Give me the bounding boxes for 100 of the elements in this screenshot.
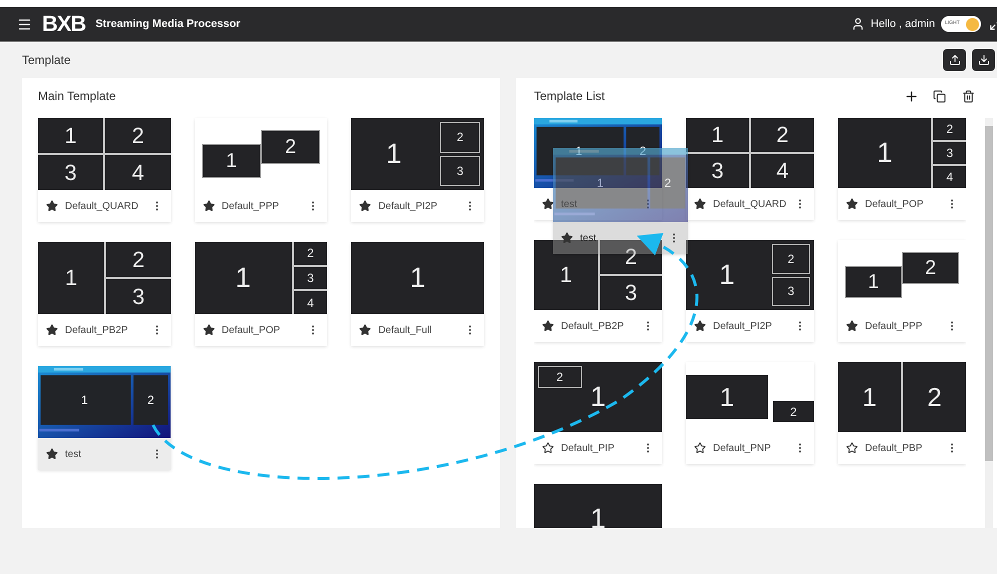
layout-cell: 2	[751, 118, 814, 152]
template-card[interactable]: 1 2 3 4 Default_QUARD	[38, 118, 171, 222]
page-title: Template	[22, 52, 71, 69]
star-icon[interactable]	[542, 442, 554, 454]
layout-cell: 1	[838, 362, 901, 432]
layout-cell: 1	[194, 242, 292, 314]
layout-cell: 1	[844, 266, 902, 298]
template-name: Default_Full	[378, 324, 433, 338]
layout-cell: 2	[294, 242, 328, 265]
template-name: Default_POP	[865, 198, 924, 212]
star-icon[interactable]	[694, 442, 706, 454]
template-card[interactable]: 1 2 3 Default_PI2P	[686, 240, 814, 342]
template-card[interactable]: 1 2 3 Default_PB2P	[534, 240, 662, 342]
delete-icon[interactable]	[962, 90, 975, 103]
template-card[interactable]: 1 Default_Full	[351, 242, 484, 346]
window-number: 1	[575, 144, 582, 157]
copy-icon[interactable]	[933, 90, 946, 103]
panel-title: Template List	[534, 88, 606, 105]
template-card[interactable]: 1 2 Default_PNP	[686, 362, 814, 464]
import-button[interactable]	[972, 49, 995, 71]
user-icon[interactable]	[850, 17, 865, 31]
template-card[interactable]: 1 2 Default_PBP	[838, 362, 966, 464]
template-name: Default_QUARD	[713, 198, 787, 212]
template-card[interactable]: 1 2 3 4 Default_POP	[838, 118, 966, 220]
add-icon[interactable]	[904, 89, 919, 104]
template-name: Default_PI2P	[713, 320, 773, 334]
layout-cell: 4	[751, 154, 814, 188]
window-number: 1	[596, 176, 604, 189]
panel-title: Main Template	[38, 88, 117, 105]
template-name: Default_PBP	[865, 442, 924, 456]
greeting: Hello , admin	[870, 16, 935, 32]
template-card[interactable]: 1 2 test	[38, 366, 171, 470]
window-number: 2	[639, 144, 646, 157]
app-title: Streaming Media Processor	[95, 16, 240, 32]
template-card[interactable]: 1 2 3 4 Default_QUARD	[686, 118, 814, 220]
layout-cell: 1	[534, 484, 662, 528]
star-icon[interactable]	[359, 324, 372, 336]
layout-cell: 2	[933, 118, 966, 140]
layout-cell: 1	[38, 118, 104, 153]
layout-cell: 1	[202, 144, 261, 178]
layout-cell: 3	[106, 279, 171, 314]
template-name: Default_PNP	[713, 442, 772, 456]
scrollbar-thumb[interactable]	[985, 126, 993, 461]
window-number: 2	[664, 176, 672, 189]
template-card[interactable]: 1 2 Default_PPP	[194, 118, 328, 222]
template-name: Default_PB2P	[65, 324, 129, 338]
template-card[interactable]: 1 2 3 Default_PB2P	[38, 242, 171, 346]
star-icon[interactable]	[202, 200, 215, 212]
layout-cell: 1	[38, 242, 104, 314]
star-icon[interactable]	[694, 198, 706, 210]
logo: BXB	[42, 13, 86, 35]
star-icon[interactable]	[46, 448, 58, 460]
window-number: 2	[147, 394, 154, 406]
layout-cell: 2	[902, 252, 960, 284]
layout-cell: 2	[600, 240, 662, 274]
star-icon[interactable]	[46, 200, 58, 212]
template-card[interactable]: 1 2 3 Default_PI2P	[351, 118, 484, 222]
layout-cell: 1	[686, 118, 749, 152]
layout-cell: 2	[772, 244, 810, 274]
layout-cell: 3	[38, 155, 104, 190]
template-name: Default_PPP	[222, 200, 280, 214]
star-icon[interactable]	[542, 198, 554, 210]
layout-cell: 4	[105, 155, 171, 190]
layout-cell: 3	[772, 276, 810, 306]
template-name: Default_PI2P	[378, 200, 438, 214]
layout-cell: 3	[294, 266, 328, 290]
template-name: Default_PB2P	[561, 320, 625, 334]
star-icon[interactable]	[46, 324, 58, 336]
star-icon[interactable]	[542, 320, 554, 332]
layout-cell: 2	[105, 118, 171, 153]
layout-cell: 3	[933, 142, 966, 164]
star-icon[interactable]	[846, 198, 858, 210]
layout-cell: 2	[106, 242, 171, 277]
star-icon[interactable]	[202, 324, 215, 336]
layout-cell: 3	[600, 276, 662, 310]
layout-cell: 3	[686, 154, 749, 188]
template-card[interactable]: 1 2 3 4 Default_POP	[194, 242, 328, 346]
menu-icon[interactable]	[17, 16, 32, 32]
export-button[interactable]	[943, 49, 966, 71]
template-name: test	[65, 448, 82, 462]
template-name: Default_PIP	[561, 442, 616, 456]
upload-icon	[948, 54, 960, 66]
layout-cell: 1	[838, 118, 932, 188]
template-name: Default_QUARD	[65, 200, 140, 214]
template-name: Default_POP	[222, 324, 282, 338]
star-icon[interactable]	[846, 320, 858, 332]
template-card[interactable]: 1 2 Default_PPP	[838, 240, 966, 342]
star-icon[interactable]	[846, 442, 858, 454]
layout-cell: 1	[686, 374, 768, 420]
layout-cell: 1	[534, 240, 598, 310]
layout-cell: 2	[538, 366, 582, 388]
template-card[interactable]: 1 2 Default_PIP	[534, 362, 662, 464]
template-name: test	[561, 198, 578, 212]
scrollbar-track[interactable]	[985, 118, 993, 528]
star-icon[interactable]	[359, 200, 372, 212]
layout-cell: 2	[773, 401, 814, 422]
layout-cell: 4	[294, 291, 328, 314]
star-icon[interactable]	[694, 320, 706, 332]
layout-cell: 3	[440, 156, 480, 186]
window-number: 1	[81, 394, 88, 406]
